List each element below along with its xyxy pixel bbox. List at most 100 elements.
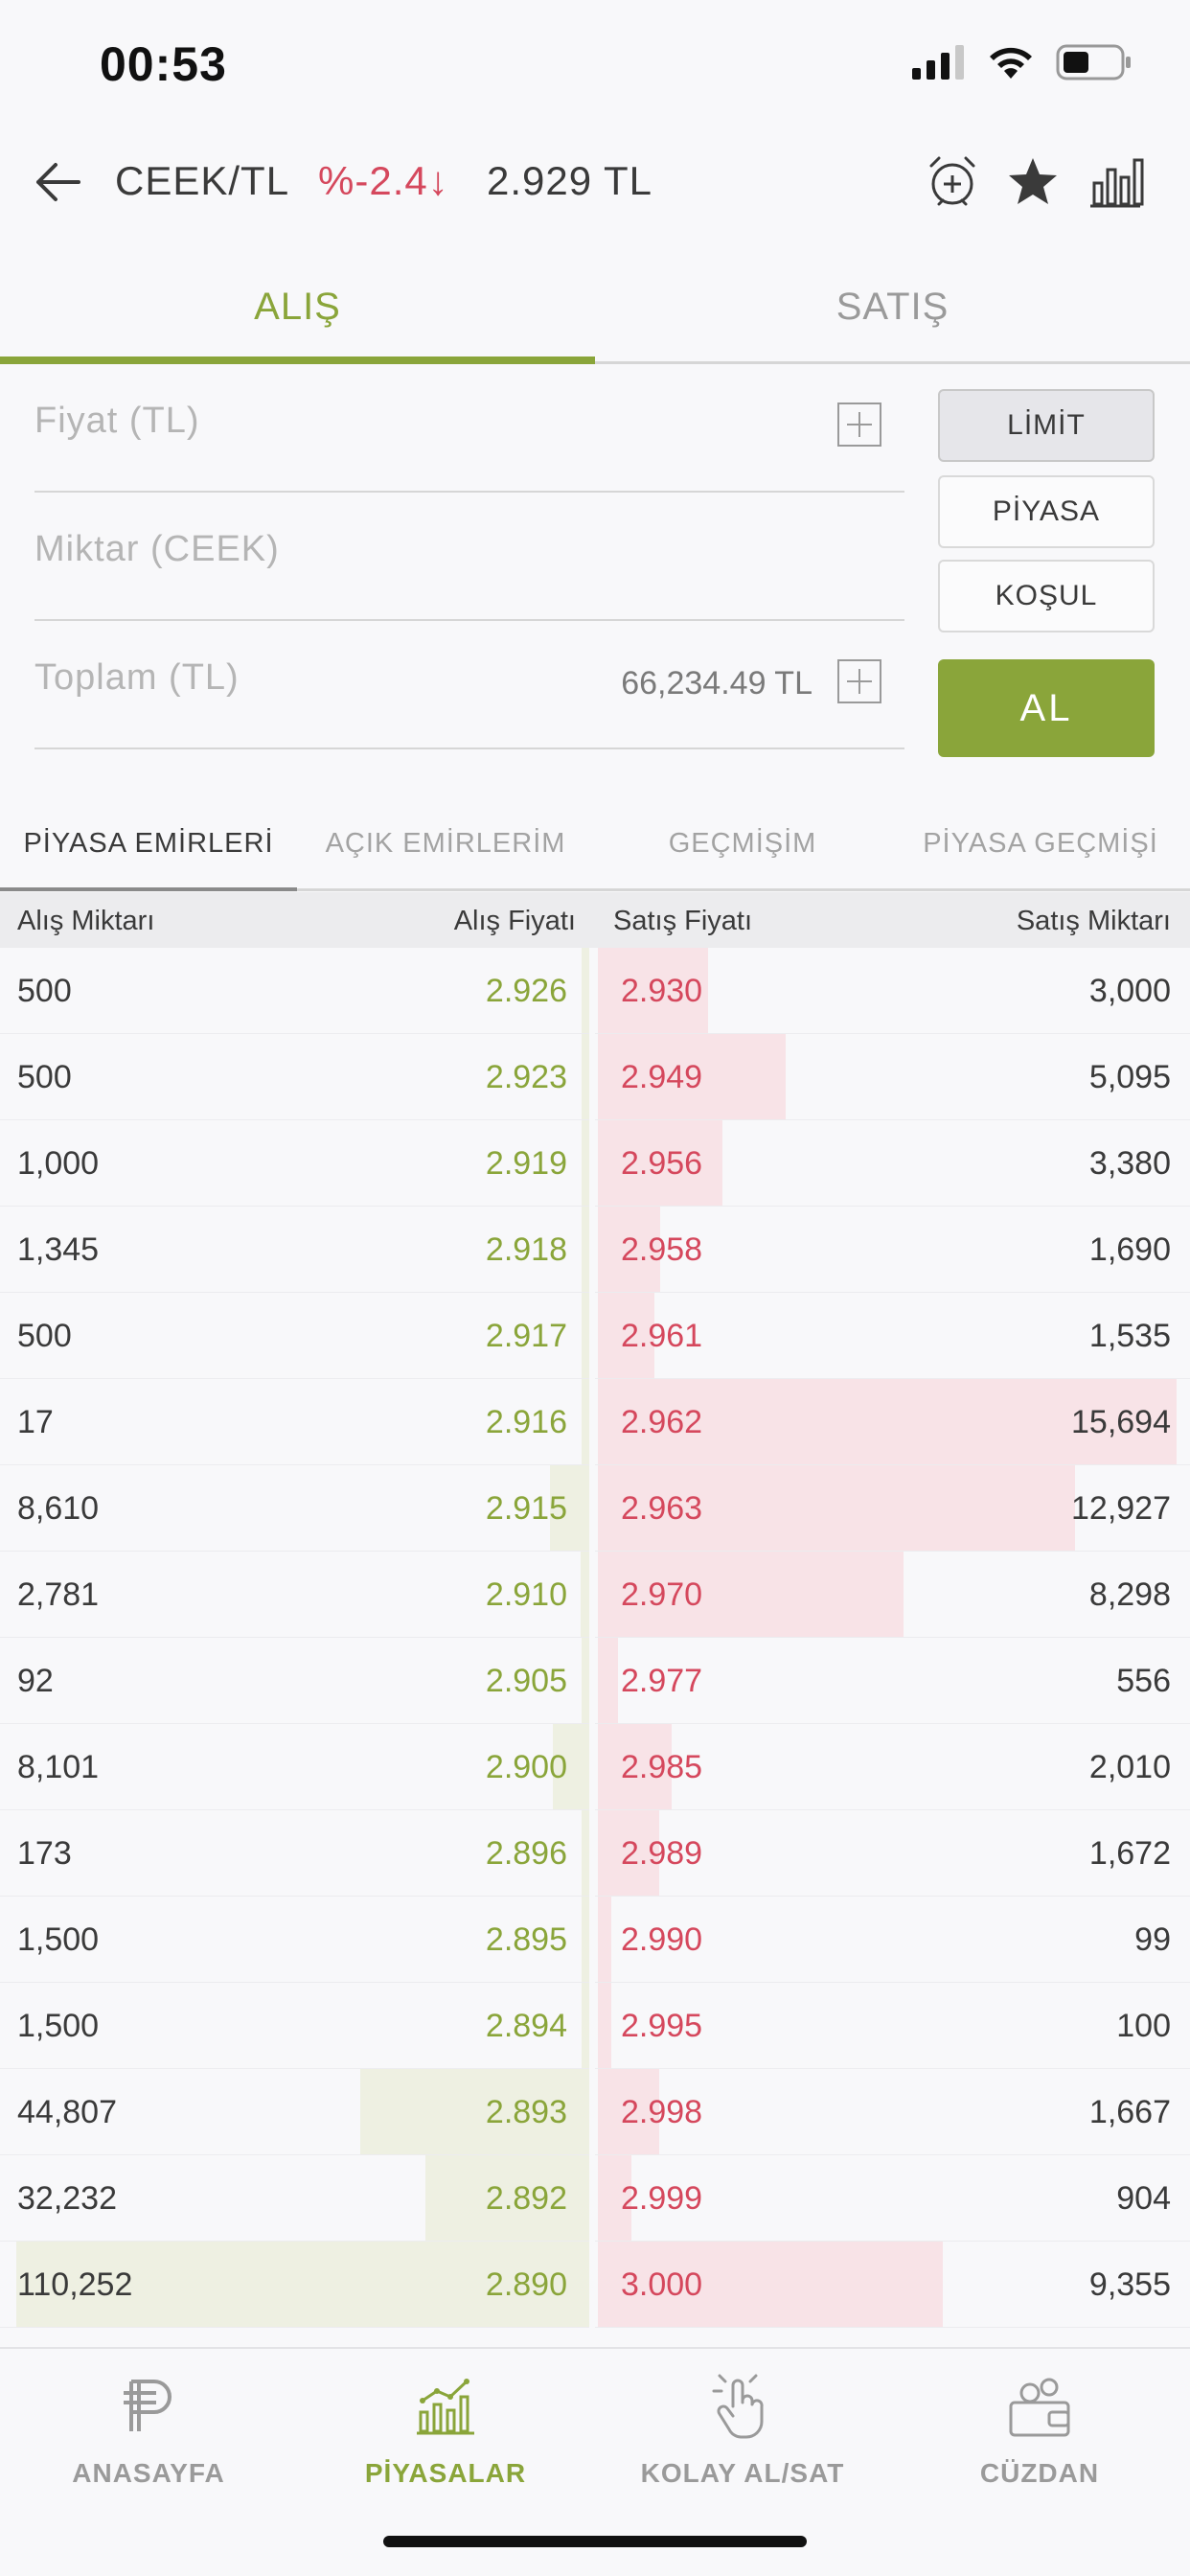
- center-divider: [589, 948, 595, 1034]
- tab-sell[interactable]: SATIŞ: [595, 249, 1190, 364]
- sell-quantity: 2,010: [1088, 1749, 1171, 1785]
- buy-quantity: 92: [17, 1663, 54, 1699]
- buy-quantity: 32,232: [17, 2180, 117, 2217]
- order-book-row[interactable]: 1,345 2.918 2.958 1,690: [0, 1207, 1190, 1293]
- order-book-row[interactable]: 110,252 2.890 3.000 9,355: [0, 2242, 1190, 2328]
- center-divider: [589, 1552, 595, 1638]
- center-divider: [589, 1120, 595, 1207]
- status-icons: [912, 44, 1133, 80]
- tab-market-history[interactable]: PİYASA GEÇMİŞİ: [891, 795, 1190, 891]
- sell-price: 2.956: [621, 1145, 703, 1182]
- order-type-limit[interactable]: LİMİT: [938, 389, 1155, 462]
- buy-quantity: 17: [17, 1404, 54, 1440]
- amount-field[interactable]: Miktar (CEEK): [34, 493, 904, 621]
- order-book-row[interactable]: 1,500 2.894 2.995 100: [0, 1983, 1190, 2069]
- section-tab-indicator: [0, 887, 297, 891]
- sell-quantity: 99: [1134, 1921, 1171, 1958]
- order-book-row[interactable]: 173 2.896 2.989 1,672: [0, 1810, 1190, 1897]
- sell-depth-bar: [598, 1983, 611, 2068]
- sell-quantity: 1,667: [1088, 2094, 1171, 2130]
- buy-price: 2.894: [485, 2008, 567, 2044]
- order-book-row[interactable]: 17 2.916 2.962 15,694: [0, 1379, 1190, 1465]
- price-field[interactable]: Fiyat (TL): [34, 364, 904, 493]
- buy-price: 2.892: [485, 2180, 567, 2217]
- buy-price: 2.915: [485, 1490, 567, 1527]
- buy-quantity: 2,781: [17, 1576, 100, 1613]
- center-divider: [589, 1034, 595, 1120]
- buy-price: 2.905: [485, 1663, 567, 1699]
- buy-price: 2.890: [485, 2266, 567, 2303]
- sell-quantity: 5,095: [1088, 1059, 1171, 1095]
- center-divider: [589, 1379, 595, 1465]
- order-book-row[interactable]: 2,781 2.910 2.970 8,298: [0, 1552, 1190, 1638]
- center-divider: [589, 1983, 595, 2069]
- order-book-row[interactable]: 500 2.923 2.949 5,095: [0, 1034, 1190, 1120]
- buy-quantity: 8,101: [17, 1749, 100, 1785]
- lira-icon: [124, 2380, 172, 2431]
- buy-submit-button[interactable]: AL: [938, 659, 1155, 757]
- tab-buy[interactable]: ALIŞ: [0, 249, 595, 364]
- center-divider: [589, 1724, 595, 1810]
- order-book-row[interactable]: 32,232 2.892 2.999 904: [0, 2155, 1190, 2242]
- sell-quantity: 3,380: [1088, 1145, 1171, 1182]
- sell-quantity: 9,355: [1088, 2266, 1171, 2303]
- sell-quantity: 904: [1116, 2180, 1171, 2217]
- buy-price: 2.926: [485, 973, 567, 1009]
- favorite-star-icon[interactable]: [1002, 150, 1064, 212]
- center-divider: [589, 2155, 595, 2242]
- sell-price: 2.970: [621, 1576, 703, 1613]
- sell-price: 2.930: [621, 973, 703, 1009]
- total-label: Toplam (TL): [34, 657, 240, 698]
- center-divider: [589, 1465, 595, 1552]
- nav-wallet[interactable]: CÜZDAN: [891, 2368, 1188, 2512]
- header-sell-price: Satış Fiyatı: [613, 906, 753, 936]
- tab-my-history[interactable]: GEÇMİŞİM: [594, 795, 891, 891]
- order-book[interactable]: 500 2.926 2.930 3,000 500 2.923 2.949 5,095 1,00…: [0, 948, 1190, 2347]
- order-book-row[interactable]: 8,610 2.915 2.963 12,927: [0, 1465, 1190, 1552]
- sell-quantity: 3,000: [1088, 973, 1171, 1009]
- buy-quantity: 1,500: [17, 2008, 100, 2044]
- tab-market-orders[interactable]: PİYASA EMİRLERİ: [0, 795, 297, 891]
- sell-price: 2.999: [621, 2180, 703, 2217]
- nav-markets[interactable]: PİYASALAR: [297, 2368, 594, 2512]
- buy-price: 2.893: [485, 2094, 567, 2130]
- order-book-row[interactable]: 1,500 2.895 2.990 99: [0, 1897, 1190, 1983]
- buy-price: 2.910: [485, 1576, 567, 1613]
- order-book-row[interactable]: 500 2.917 2.961 1,535: [0, 1293, 1190, 1379]
- price-change-value: %-2.4: [318, 158, 428, 203]
- buy-sell-tabs: ALIŞ SATIŞ: [0, 249, 1190, 364]
- order-book-row[interactable]: 500 2.926 2.930 3,000: [0, 948, 1190, 1034]
- alarm-icon[interactable]: [922, 150, 983, 212]
- nav-easy-trade[interactable]: KOLAY AL/SAT: [594, 2368, 891, 2512]
- sell-price: 2.998: [621, 2094, 703, 2130]
- total-increment-plus-icon[interactable]: [837, 659, 881, 703]
- price-increment-plus-icon[interactable]: [837, 402, 881, 447]
- total-field[interactable]: Toplam (TL) 66,234.49 TL: [34, 621, 904, 749]
- nav-home[interactable]: ANASAYFA: [0, 2368, 297, 2512]
- sell-price: 3.000: [621, 2266, 703, 2303]
- price-change: %-2.4↓: [318, 158, 449, 204]
- chart-icon[interactable]: [1085, 150, 1146, 212]
- buy-price: 2.895: [485, 1921, 567, 1958]
- center-divider: [589, 1810, 595, 1897]
- last-price: 2.929 TL: [487, 158, 653, 203]
- wallet-icon: [1009, 2378, 1070, 2437]
- tab-open-orders[interactable]: AÇIK EMİRLERİM: [297, 795, 594, 891]
- order-book-header: Alış Miktarı Alış Fiyatı Satış Fiyatı Sa…: [0, 892, 1190, 948]
- order-book-row[interactable]: 44,807 2.893 2.998 1,667: [0, 2069, 1190, 2155]
- total-value: 66,234.49 TL: [621, 665, 812, 702]
- sell-price: 2.995: [621, 2008, 703, 2044]
- back-arrow-icon[interactable]: [31, 158, 84, 206]
- sell-price: 2.963: [621, 1490, 703, 1527]
- home-indicator: [383, 2536, 807, 2547]
- center-divider: [589, 1207, 595, 1293]
- order-type-market[interactable]: PİYASA: [938, 475, 1155, 548]
- buy-quantity: 8,610: [17, 1490, 100, 1527]
- center-divider: [589, 2242, 595, 2328]
- order-book-row[interactable]: 8,101 2.900 2.985 2,010: [0, 1724, 1190, 1810]
- sell-price: 2.989: [621, 1835, 703, 1872]
- order-type-condition[interactable]: KOŞUL: [938, 560, 1155, 632]
- order-book-row[interactable]: 1,000 2.919 2.956 3,380: [0, 1120, 1190, 1207]
- order-book-row[interactable]: 92 2.905 2.977 556: [0, 1638, 1190, 1724]
- sell-price: 2.949: [621, 1059, 703, 1095]
